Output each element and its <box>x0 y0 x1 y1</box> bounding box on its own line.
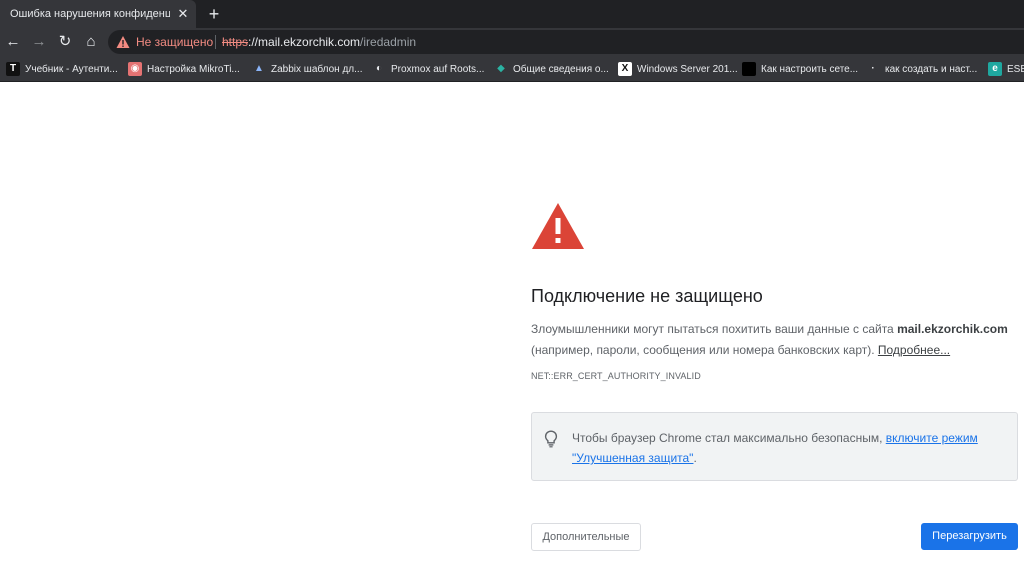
interstitial-page: Подключение не защищено Злоумышленники м… <box>0 83 1024 569</box>
bookmark-favicon-icon: ◐ <box>375 63 383 74</box>
address-bar[interactable]: Не защищено https://mail.ekzorchik.com/i… <box>108 30 1024 54</box>
bookmark-favicon-icon: T <box>6 62 20 76</box>
bookmark-item[interactable]: · как создать и наст... <box>866 61 977 77</box>
bookmark-item[interactable]: ▲ Zabbix шаблон дл... <box>252 61 362 77</box>
reload-button[interactable]: Перезагрузить <box>921 523 1018 550</box>
bookmark-item[interactable]: Как настроить сете... <box>742 61 858 77</box>
security-status-label[interactable]: Не защищено <box>136 35 213 49</box>
bookmark-label: Как настроить сете... <box>761 63 859 75</box>
forward-icon[interactable]: → <box>30 33 48 51</box>
home-icon[interactable]: ⌂ <box>82 33 100 51</box>
tab-title: Ошибка нарушения конфиденциальности <box>10 8 170 20</box>
bookmark-item[interactable]: ◆ Общие сведения о... <box>494 61 609 77</box>
back-icon[interactable]: ← <box>4 33 22 51</box>
bookmark-favicon-icon: e <box>988 62 1002 76</box>
bookmark-item[interactable]: X Windows Server 201... <box>618 61 738 77</box>
bookmark-label: Общие сведения о... <box>513 63 609 75</box>
learn-more-link[interactable]: Подробнее... <box>878 343 950 357</box>
danger-triangle-icon <box>532 203 584 249</box>
bookmark-label: Настройка MikroTi... <box>147 63 240 75</box>
omnibox-divider <box>215 35 216 49</box>
bookmark-favicon-icon <box>742 62 756 76</box>
advanced-button[interactable]: Дополнительные <box>531 523 641 551</box>
url-text[interactable]: https://mail.ekzorchik.com/iredadmin <box>222 35 416 49</box>
warning-icon[interactable] <box>116 35 130 49</box>
error-code: NET::ERR_CERT_AUTHORITY_INVALID <box>531 371 701 381</box>
bookmark-favicon-icon: ◆ <box>497 63 505 74</box>
explanation-suffix: (например, пароли, сообщения или номера … <box>531 343 878 357</box>
bookmark-label: как создать и наст... <box>885 63 978 75</box>
lightbulb-icon <box>544 430 558 448</box>
tab-strip: Ошибка нарушения конфиденциальности ✕ + <box>0 0 1024 28</box>
promo-text-prefix: Чтобы браузер Chrome стал максимально бе… <box>572 431 886 445</box>
enhanced-protection-promo: Чтобы браузер Chrome стал максимально бе… <box>531 412 1018 481</box>
tab-close-icon[interactable]: ✕ <box>176 7 190 21</box>
bookmark-favicon-icon: ◉ <box>128 62 142 76</box>
bookmark-item[interactable]: e ESET <box>988 61 1024 77</box>
page-title: Подключение не защищено <box>531 286 763 306</box>
explanation-text: Злоумышленники могут пытаться похитить в… <box>531 319 1021 361</box>
url-scheme: https <box>222 35 249 49</box>
explanation-prefix: Злоумышленники могут пытаться похитить в… <box>531 322 898 336</box>
explanation-host: mail.ekzorchik.com <box>897 322 1008 336</box>
reload-icon[interactable]: ↻ <box>56 33 74 51</box>
toolbar: ← → ↻ ⌂ Не защищено https://mail.ekzorch… <box>0 28 1024 56</box>
bookmark-label: Windows Server 201... <box>637 63 738 75</box>
bookmark-favicon-icon: · <box>871 63 875 74</box>
bookmark-label: Zabbix шаблон дл... <box>271 63 363 75</box>
bookmark-item[interactable]: ◐ Proxmox auf Roots... <box>372 61 484 77</box>
bookmark-label: Proxmox auf Roots... <box>391 63 485 75</box>
bookmark-label: ESET <box>1007 63 1024 75</box>
promo-text: Чтобы браузер Chrome стал максимально бе… <box>572 428 1002 468</box>
bookmark-label: Учебник - Аутенти... <box>25 63 118 75</box>
bookmark-item[interactable]: ◉ Настройка MikroTi... <box>128 61 240 77</box>
bookmark-item[interactable]: T Учебник - Аутенти... <box>6 61 118 77</box>
active-tab[interactable]: Ошибка нарушения конфиденциальности ✕ <box>0 0 196 28</box>
bookmark-favicon-icon: X <box>618 62 632 76</box>
url-path: /iredadmin <box>360 35 417 49</box>
url-host: ://mail.ekzorchik.com <box>248 35 361 49</box>
bookmark-favicon-icon: ▲ <box>254 63 264 74</box>
promo-text-suffix: . <box>693 451 697 465</box>
bookmarks-bar: T Учебник - Аутенти... ◉ Настройка MikroTi.… <box>0 56 1024 82</box>
new-tab-icon[interactable]: + <box>205 5 223 23</box>
